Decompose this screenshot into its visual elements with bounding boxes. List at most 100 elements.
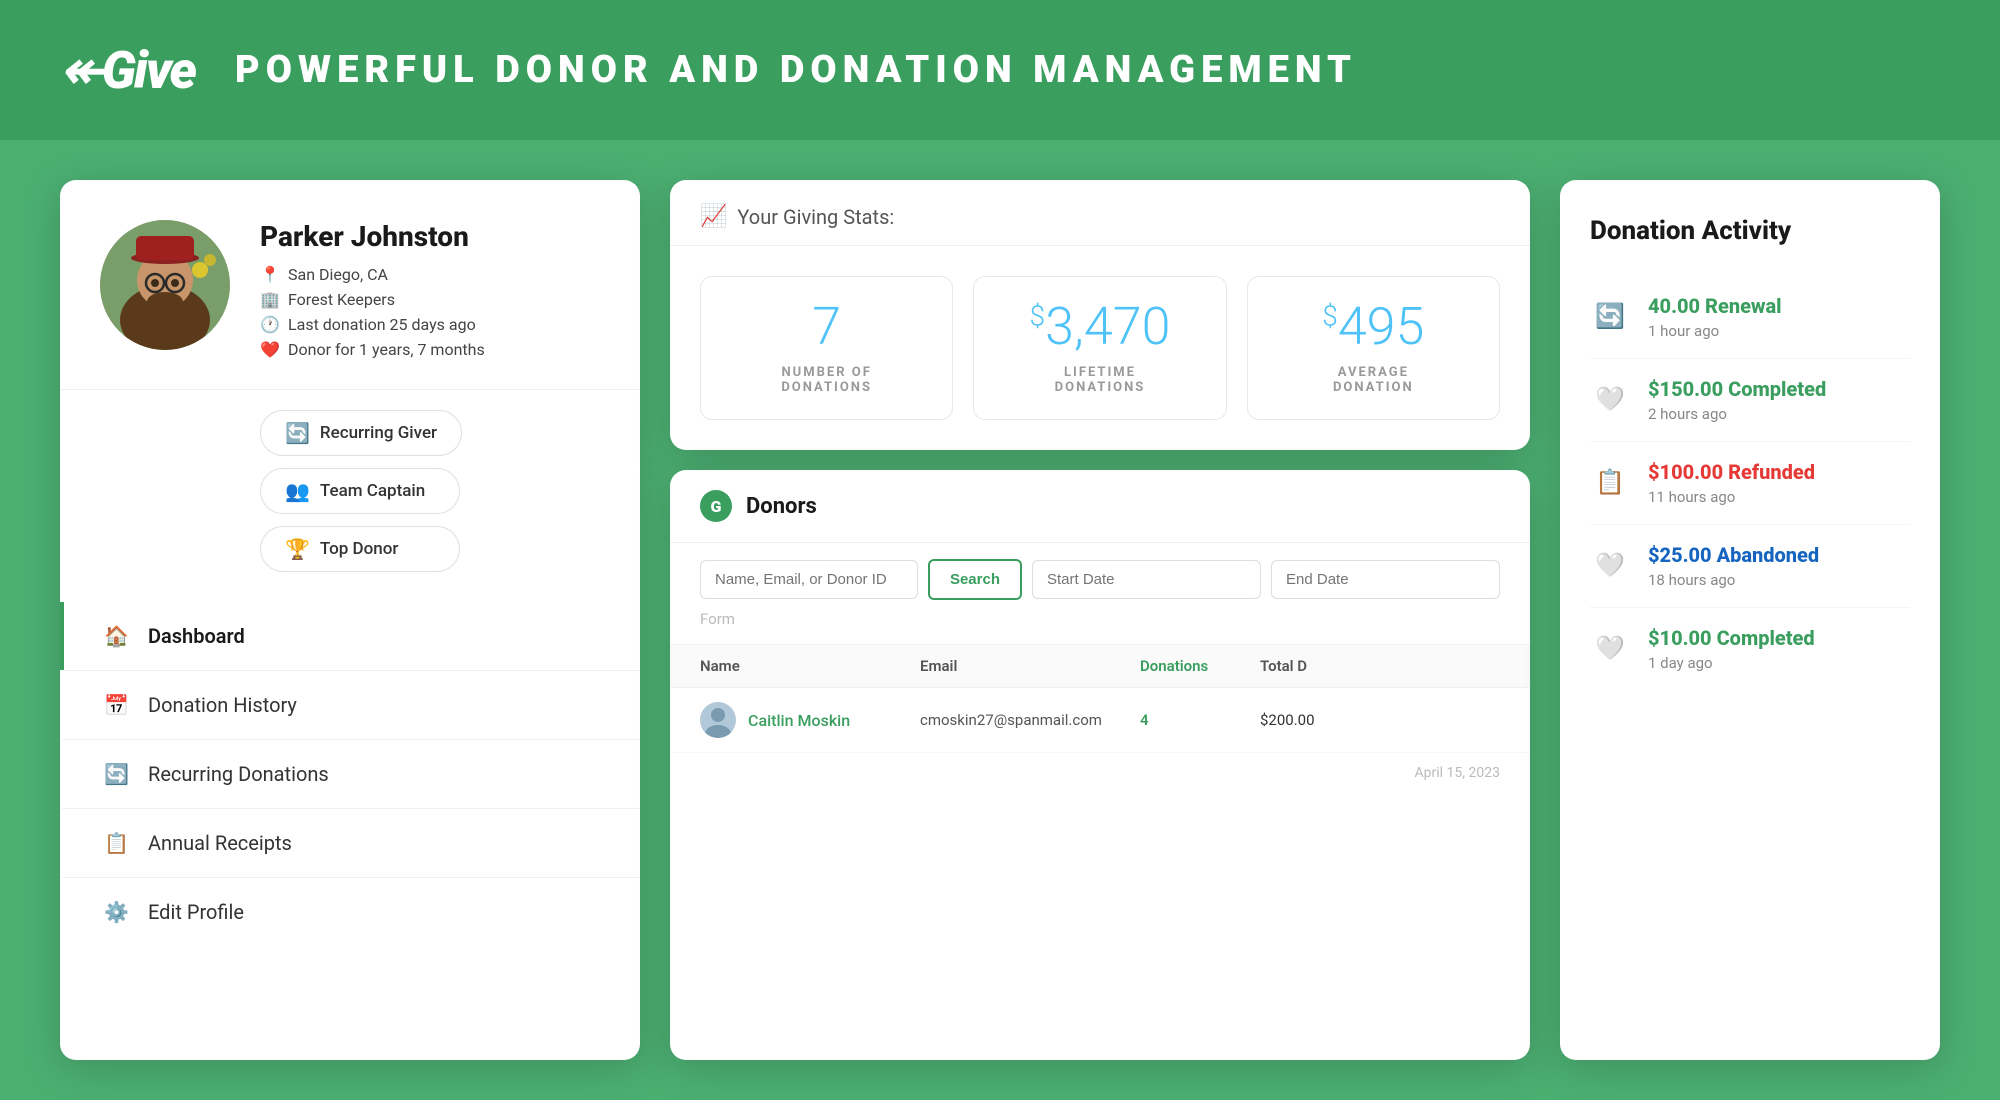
stat-average: $495 AVERAGEDONATION [1247,276,1500,420]
badge-recurring-giver: 🔄 Recurring Giver [260,410,462,456]
activity-time-1: 2 hours ago [1648,405,1910,423]
sidebar-item-dashboard[interactable]: 🏠 Dashboard [60,602,640,670]
renewal-icon: 🔄 [1595,302,1625,330]
stat-number-lifetime: $3,470 [994,301,1205,353]
donors-card: G Donors Search Form Name Email Donation… [670,470,1530,1060]
col-name: Name [700,657,920,675]
avatar [100,220,230,350]
col-total: Total D [1260,657,1500,675]
donors-search-bar: Search Form [670,543,1530,645]
stat-num-donations: 7 NUMBER OFDONATIONS [700,276,953,420]
chart-icon: 📈 [700,204,727,229]
activity-icon-wrap-0: 🔄 [1590,296,1630,336]
main-area: Parker Johnston 📍 San Diego, CA 🏢 Forest… [0,140,2000,1100]
stat-label-lifetime: LIFETIMEDONATIONS [994,365,1205,395]
meta-last-donation: 🕐 Last donation 25 days ago [260,315,600,334]
activity-amount-1: $150.00 Completed [1648,377,1910,401]
donors-header: G Donors [670,470,1530,543]
row-avatar [700,702,736,738]
start-date-input[interactable] [1032,560,1261,599]
profile-info: Parker Johnston 📍 San Diego, CA 🏢 Forest… [260,220,600,359]
activity-amount-3: $25.00 Abandoned [1648,543,1910,567]
calendar-icon: 📅 [104,693,128,717]
sidebar-item-recurring-donations[interactable]: 🔄 Recurring Donations [60,739,640,808]
trophy-icon: 🏆 [285,537,310,561]
activity-text-0: 40.00 Renewal 1 hour ago [1648,294,1910,340]
stat-label-average: AVERAGEDONATION [1268,365,1479,395]
row-donor-name: Caitlin Moskin [748,711,850,730]
row-name-cell: Caitlin Moskin [700,702,920,738]
activity-item-4: 🤍 $10.00 Completed 1 day ago [1590,608,1910,690]
activity-item-3: 🤍 $25.00 Abandoned 18 hours ago [1590,525,1910,608]
recurring-icon: 🔄 [285,421,310,445]
home-icon: 🏠 [104,624,128,648]
sidebar-item-edit-profile[interactable]: ⚙️ Edit Profile [60,877,640,946]
activity-text-1: $150.00 Completed 2 hours ago [1648,377,1910,423]
activity-icon-wrap-1: 🤍 [1590,379,1630,419]
activity-time-2: 11 hours ago [1648,488,1910,506]
stats-card: 📈 Your Giving Stats: 7 NUMBER OFDONATION… [670,180,1530,450]
sidebar-item-donation-history[interactable]: 📅 Donation History [60,670,640,739]
meta-donor-duration: ❤️ Donor for 1 years, 7 months [260,340,600,359]
stats-grid: 7 NUMBER OFDONATIONS $3,470 LIFETIMEDONA… [670,246,1530,450]
activity-time-3: 18 hours ago [1648,571,1910,589]
activity-item-0: 🔄 40.00 Renewal 1 hour ago [1590,276,1910,359]
table-header: Name Email Donations Total D [670,645,1530,688]
activity-item-1: 🤍 $150.00 Completed 2 hours ago [1590,359,1910,442]
row-email-cell: cmoskin27@spanmail.com [920,711,1140,729]
recurring-nav-icon: 🔄 [104,762,128,786]
logo: ↞Give [60,40,195,101]
badge-top-donor: 🏆 Top Donor [260,526,460,572]
table-row: Caitlin Moskin cmoskin27@spanmail.com 4 … [670,688,1530,753]
clock-icon: 🕐 [260,315,278,334]
right-panel: Donation Activity 🔄 40.00 Renewal 1 hour… [1560,180,1940,1060]
header-title: POWERFUL DONOR AND DONATION MANAGEMENT [235,48,1357,92]
left-panel: Parker Johnston 📍 San Diego, CA 🏢 Forest… [60,180,640,1060]
activity-item-2: 📋 $100.00 Refunded 11 hours ago [1590,442,1910,525]
nav-section: 🏠 Dashboard 📅 Donation History 🔄 Recurri… [60,592,640,1060]
gear-icon: ⚙️ [104,900,128,924]
activity-text-4: $10.00 Completed 1 day ago [1648,626,1910,672]
heart-icon: ❤️ [260,340,278,359]
activity-time-0: 1 hour ago [1648,322,1910,340]
heart-outline-icon-1: 🤍 [1595,385,1625,413]
end-date-input[interactable] [1271,560,1500,599]
stat-label-donations: NUMBER OFDONATIONS [721,365,932,395]
activity-text-2: $100.00 Refunded 11 hours ago [1648,460,1910,506]
center-panel: 📈 Your Giving Stats: 7 NUMBER OFDONATION… [670,180,1530,1060]
row-total-cell: $200.00 [1260,711,1500,729]
sidebar-item-annual-receipts[interactable]: 📋 Annual Receipts [60,808,640,877]
form-label: Form [700,610,735,628]
activity-text-3: $25.00 Abandoned 18 hours ago [1648,543,1910,589]
activity-icon-wrap-4: 🤍 [1590,628,1630,668]
meta-location: 📍 San Diego, CA [260,265,600,284]
activity-icon-wrap-3: 🤍 [1590,545,1630,585]
activity-title: Donation Activity [1590,216,1910,246]
team-icon: 👥 [285,479,310,503]
activity-icon-wrap-2: 📋 [1590,462,1630,502]
activity-amount-0: 40.00 Renewal [1648,294,1910,318]
badges-section: 🔄 Recurring Giver 👥 Team Captain 🏆 Top D… [60,390,640,592]
col-donations: Donations [1140,657,1260,675]
profile-meta: 📍 San Diego, CA 🏢 Forest Keepers 🕐 Last … [260,265,600,359]
meta-organization: 🏢 Forest Keepers [260,290,600,309]
profile-name: Parker Johnston [260,220,600,253]
location-icon: 📍 [260,265,278,284]
badge-team-captain: 👥 Team Captain [260,468,460,514]
col-email: Email [920,657,1140,675]
logo-arrow: ↞ [60,40,102,101]
donor-search-input[interactable] [700,560,918,599]
activity-amount-2: $100.00 Refunded [1648,460,1910,484]
list-icon: 📋 [1595,468,1625,496]
stat-number-average: $495 [1268,301,1479,353]
give-logo-small: G [700,490,732,522]
stat-lifetime: $3,470 LIFETIMEDONATIONS [973,276,1226,420]
row-donations-cell: 4 [1140,711,1260,729]
activity-time-4: 1 day ago [1648,654,1910,672]
donors-title: Donors [746,494,817,519]
heart-outline-icon-4: 🤍 [1595,634,1625,662]
header: ↞Give POWERFUL DONOR AND DONATION MANAGE… [0,0,2000,140]
search-button[interactable]: Search [928,559,1022,600]
org-icon: 🏢 [260,290,278,309]
stats-header: 📈 Your Giving Stats: [670,180,1530,246]
